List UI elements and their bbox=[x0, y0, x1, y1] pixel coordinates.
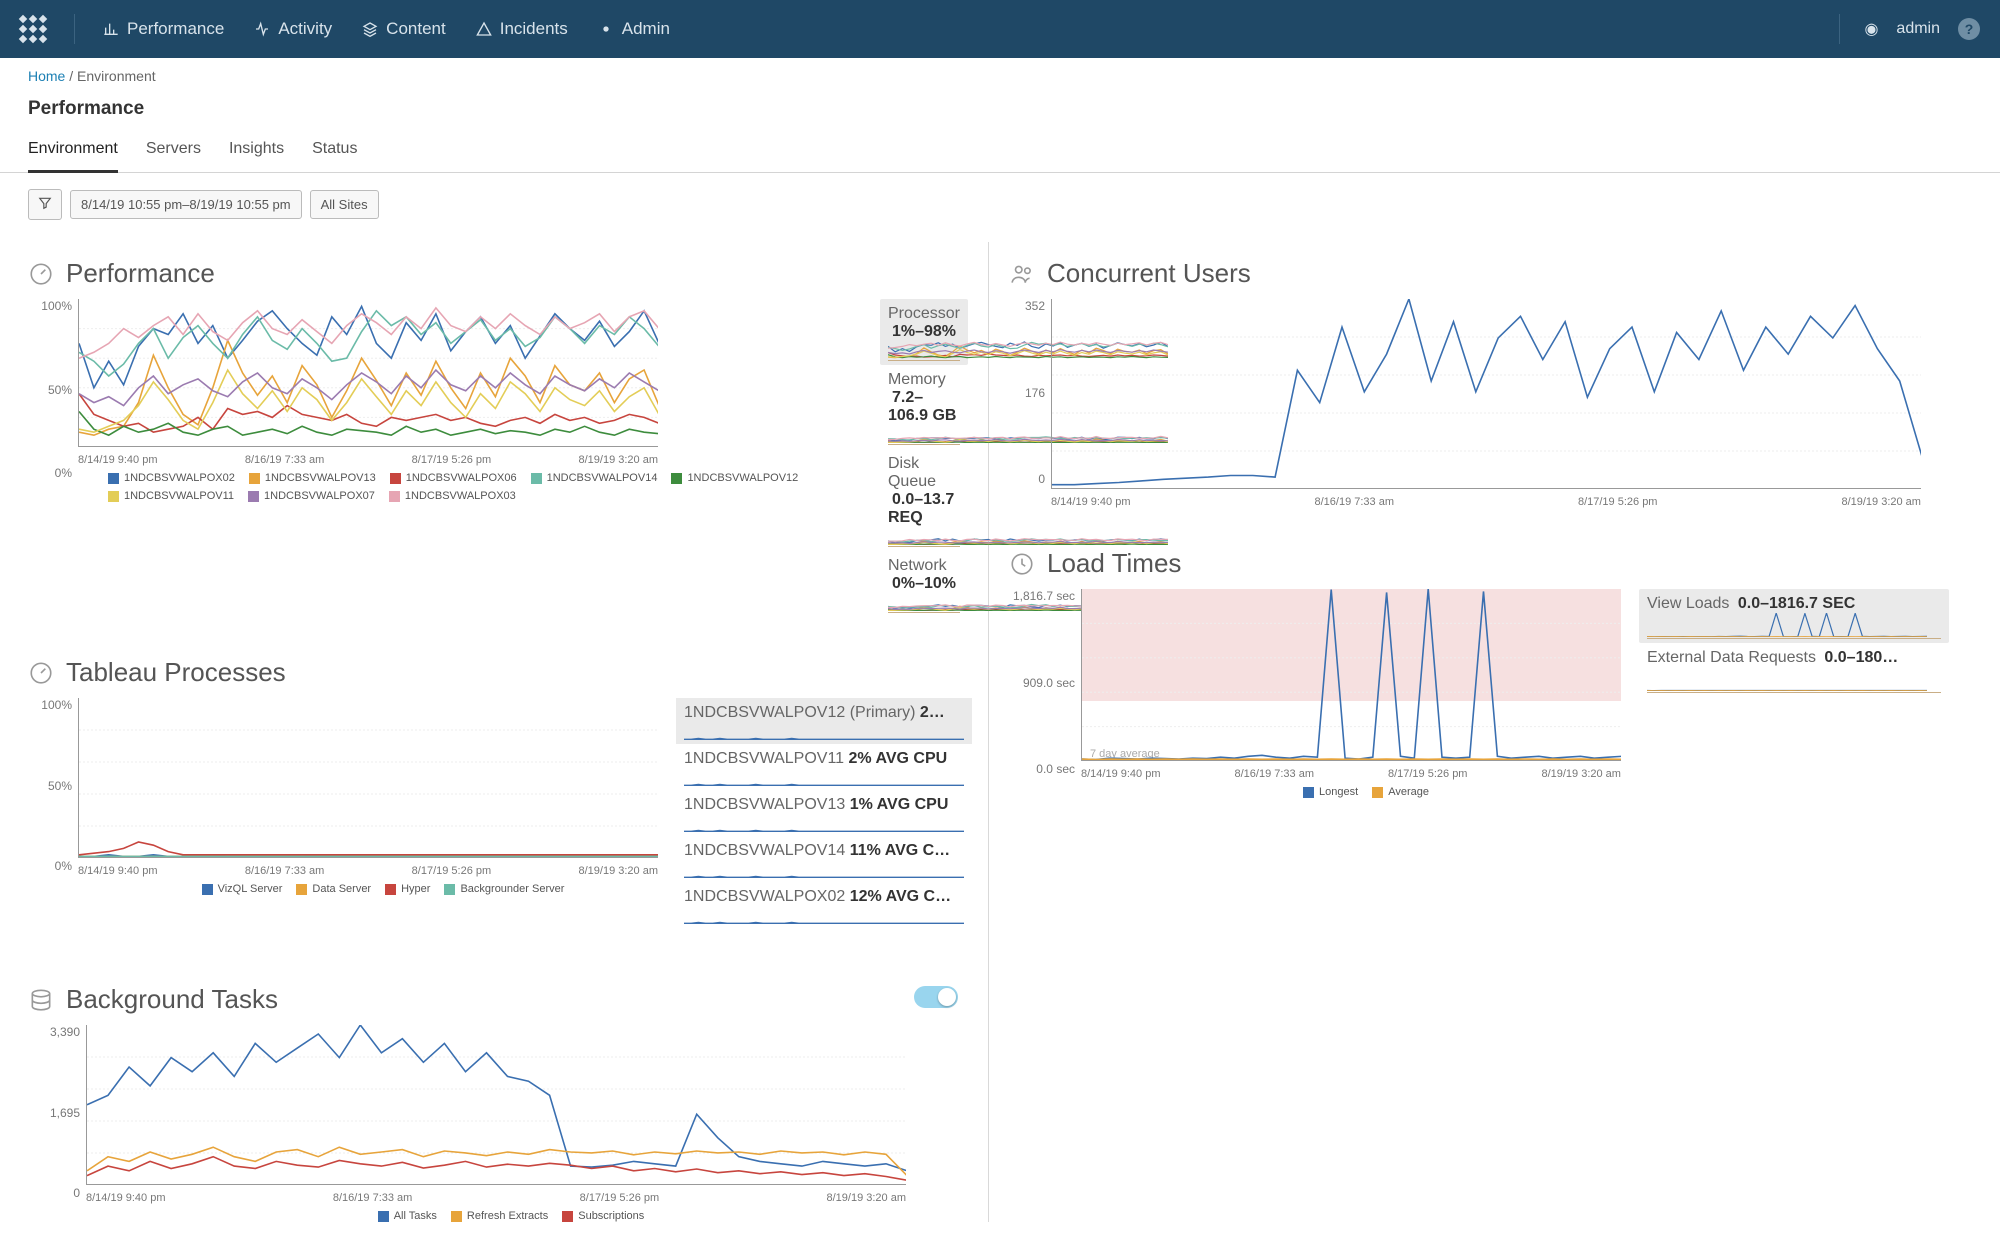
sites-button[interactable]: All Sites bbox=[310, 190, 379, 219]
loadtime-metric[interactable]: External Data Requests 0.0–180… bbox=[1639, 643, 1949, 697]
process-row[interactable]: 1NDCBSVWALPOV11 2% AVG CPU bbox=[676, 744, 972, 790]
legend-item: Hyper bbox=[385, 883, 430, 895]
legend-item: Longest bbox=[1303, 786, 1358, 798]
nav-incidents[interactable]: Incidents bbox=[476, 19, 568, 39]
nav-right: ◉ admin ? bbox=[1833, 14, 1980, 44]
process-row[interactable]: 1NDCBSVWALPOV12 (Primary) 2… bbox=[676, 698, 972, 744]
legend-item: VizQL Server bbox=[202, 883, 283, 895]
legend-item: 1NDCBSVWALPOX03 bbox=[389, 490, 516, 502]
filter-bar: 8/14/19 10:55 pm–8/19/19 10:55 pm All Si… bbox=[0, 173, 2000, 232]
legend-item: Refresh Extracts bbox=[451, 1210, 548, 1222]
nav-performance[interactable]: Performance bbox=[103, 19, 224, 39]
subtabs: Environment Servers Insights Status bbox=[0, 130, 2000, 173]
clock-icon bbox=[1009, 551, 1035, 577]
breadcrumb: Home / Environment bbox=[0, 58, 2000, 92]
database-icon bbox=[28, 987, 54, 1013]
tab-servers[interactable]: Servers bbox=[146, 130, 201, 172]
processes-chart bbox=[78, 698, 658, 858]
left-column: Performance 100%50%0% 8/14/19 9:40 pm8/1… bbox=[28, 242, 968, 1222]
nav-content[interactable]: Content bbox=[362, 19, 446, 39]
process-row[interactable]: 1NDCBSVWALPOX02 12% AVG C… bbox=[676, 882, 972, 928]
metric-memory[interactable]: Memory 7.2–106.9 GB bbox=[880, 365, 968, 449]
panel-title-processes: Tableau Processes bbox=[28, 657, 968, 688]
nav-items: Performance Activity Content Incidents Admin bbox=[103, 19, 670, 39]
nav-divider bbox=[1839, 14, 1840, 44]
users-chart bbox=[1051, 299, 1921, 489]
top-nav: Performance Activity Content Incidents Admin… bbox=[0, 0, 2000, 58]
bgtasks-chart bbox=[86, 1025, 906, 1185]
panel-title-loadtimes: Load Times bbox=[1009, 548, 1949, 579]
legend-item: 1NDCBSVWALPOX02 bbox=[108, 472, 235, 484]
tab-environment[interactable]: Environment bbox=[28, 130, 118, 173]
gauge-icon bbox=[28, 660, 54, 686]
right-column: Concurrent Users 3521760 8/14/19 9:40 pm… bbox=[1009, 242, 1949, 798]
legend-item: Subscriptions bbox=[562, 1210, 644, 1222]
column-separator bbox=[988, 242, 989, 1222]
user-name[interactable]: admin bbox=[1896, 20, 1940, 38]
logo-icon[interactable] bbox=[20, 16, 46, 42]
breadcrumb-sep: / bbox=[69, 68, 73, 84]
panel-title-users: Concurrent Users bbox=[1009, 258, 1949, 289]
performance-chart bbox=[78, 299, 658, 447]
legend-item: 1NDCBSVWALPOV11 bbox=[108, 490, 234, 502]
process-row[interactable]: 1NDCBSVWALPOV13 1% AVG CPU bbox=[676, 790, 972, 836]
panel-title-performance: Performance bbox=[28, 258, 968, 289]
page-title: Performance bbox=[0, 92, 2000, 130]
process-row[interactable]: 1NDCBSVWALPOV14 11% AVG C… bbox=[676, 836, 972, 882]
breadcrumb-home[interactable]: Home bbox=[28, 68, 65, 84]
bgtasks-toggle[interactable] bbox=[914, 986, 958, 1008]
legend-item: All Tasks bbox=[378, 1210, 437, 1222]
tab-insights[interactable]: Insights bbox=[229, 130, 284, 172]
gauge-icon bbox=[28, 261, 54, 287]
nav-divider bbox=[74, 14, 75, 44]
metric-network[interactable]: Network 0%–10% bbox=[880, 551, 968, 617]
breadcrumb-current: Environment bbox=[77, 68, 156, 84]
legend-item: 1NDCBSVWALPOV13 bbox=[249, 472, 376, 484]
loadtimes-chart: 7 day average bbox=[1081, 589, 1621, 761]
metric-processor[interactable]: Processor 1%–98% bbox=[880, 299, 968, 365]
legend-item: Data Server bbox=[296, 883, 371, 895]
legend-item: Average bbox=[1372, 786, 1429, 798]
loadtime-metric[interactable]: View Loads 0.0–1816.7 SEC bbox=[1639, 589, 1949, 643]
user-icon: ◉ bbox=[1864, 19, 1878, 39]
tab-status[interactable]: Status bbox=[312, 130, 357, 172]
users-icon bbox=[1009, 261, 1035, 287]
nav-admin[interactable]: Admin bbox=[598, 19, 670, 39]
legend-item: 1NDCBSVWALPOV14 bbox=[531, 472, 658, 484]
legend-item: 1NDCBSVWALPOX06 bbox=[390, 472, 517, 484]
help-icon[interactable]: ? bbox=[1958, 18, 1980, 40]
panel-title-bgtasks: Background Tasks bbox=[28, 984, 278, 1015]
legend-item: Backgrounder Server bbox=[444, 883, 564, 895]
date-range-button[interactable]: 8/14/19 10:55 pm–8/19/19 10:55 pm bbox=[70, 190, 302, 219]
legend-item: 1NDCBSVWALPOX07 bbox=[248, 490, 375, 502]
legend-item: 1NDCBSVWALPOV12 bbox=[671, 472, 798, 484]
filter-icon-button[interactable] bbox=[28, 189, 62, 220]
nav-activity[interactable]: Activity bbox=[254, 19, 332, 39]
nav-left: Performance Activity Content Incidents Admin bbox=[20, 14, 670, 44]
metric-disk-queue[interactable]: Disk Queue 0.0–13.7 REQ bbox=[880, 449, 968, 551]
